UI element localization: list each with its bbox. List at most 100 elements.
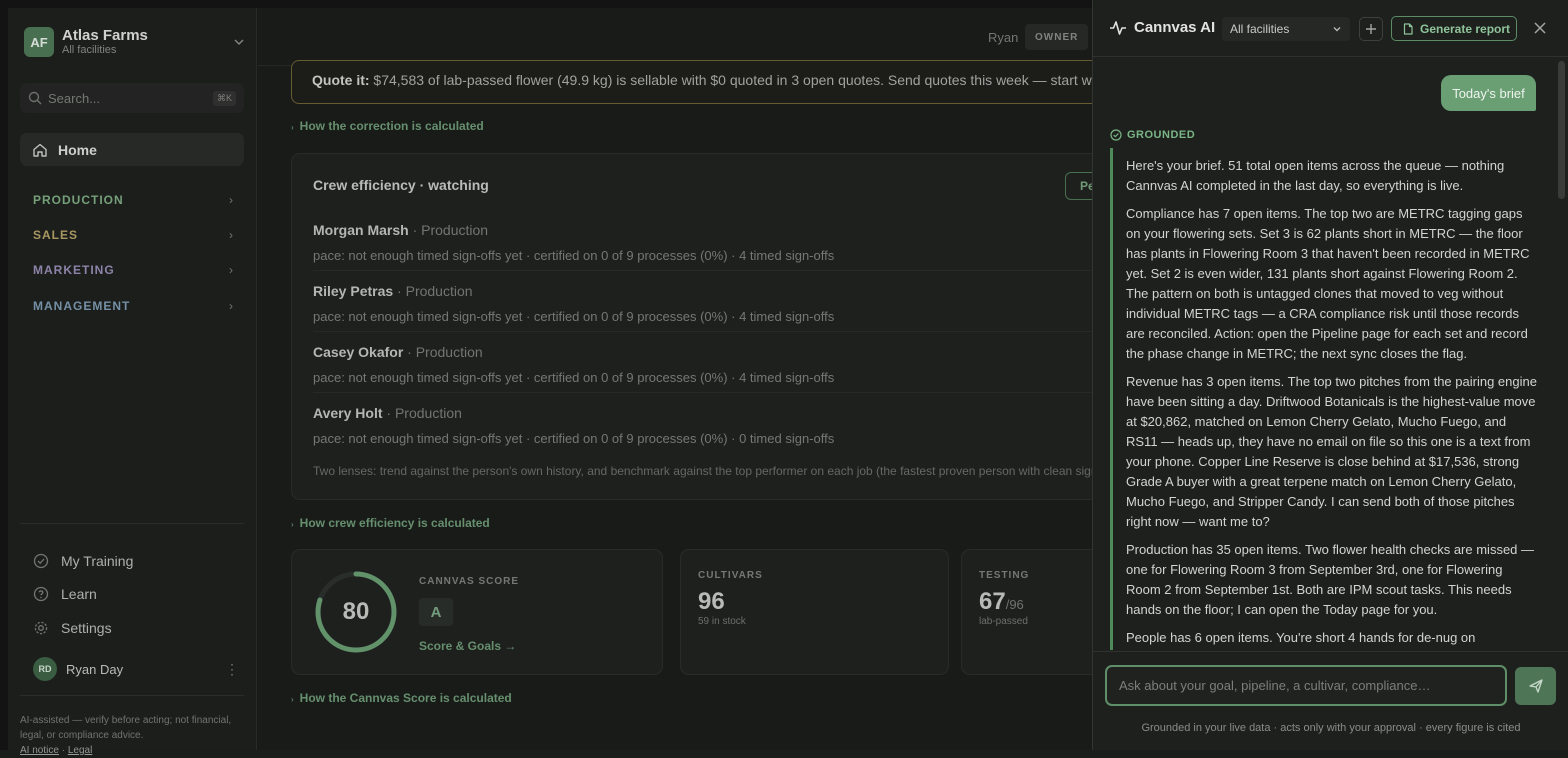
sidebar-section-label: MARKETING [33,263,115,277]
chevron-down-icon [1333,27,1341,32]
stat-sub: 59 in stock [698,616,746,627]
sidebar: AF Atlas Farms All facilities Search... … [8,8,257,756]
quote-lead: Quote it: [312,72,370,88]
link-label: How the Cannvas Score is calculated [299,691,512,705]
grounded-badge: GROUNDED [1110,129,1195,141]
member-detail: pace: not enough timed sign-offs yet · c… [313,248,835,263]
member-role: · Production [393,283,473,299]
org-switcher[interactable]: AF Atlas Farms All facilities [24,26,246,58]
chat-composer[interactable] [1105,665,1507,706]
crew-footnote: Two lenses: trend against the person's o… [313,464,1092,478]
sidebar-item-my-training[interactable]: My Training [33,551,133,571]
card-title: Crew efficiency · watching [313,177,489,193]
sidebar-item-settings[interactable]: Settings [33,618,112,638]
cannvas-score-card: 80 CANNVAS SCORE A Score & Goals → [291,549,663,675]
check-circle-icon [1110,129,1122,141]
member-name: Casey Okafor [313,344,404,360]
response-paragraph: People has 6 open items. You're short 4 … [1126,630,1476,645]
org-name: Atlas Farms [62,27,148,44]
sidebar-item-home[interactable]: Home [20,133,244,166]
grade-badge: A [419,598,453,626]
more-vertical-icon[interactable]: ⋮ [225,661,239,678]
chevron-right-icon: › [229,299,233,313]
send-button[interactable] [1515,667,1556,705]
response-paragraph: Production has 35 open items. Two flower… [1126,542,1535,617]
close-icon [1534,22,1546,34]
member-name: Riley Petras [313,283,394,299]
user-name: Ryan Day [66,661,124,677]
sidebar-divider [20,695,244,696]
sidebar-section-label: SALES [33,228,79,242]
org-info: Atlas Farms All facilities [62,27,232,57]
member-role: · Production [408,222,489,238]
list-item: Morgan Marsh · Production pace: not enou… [313,222,1092,263]
chat-input[interactable] [1119,678,1493,693]
new-chat-button[interactable] [1359,17,1383,41]
gear-icon [34,621,48,635]
quote-text: $74,583 of lab-passed flower (49.9 kg) i… [369,72,1092,88]
stat-number: 96 [698,588,725,615]
ai-disclaimer: AI-assisted — verify before acting; not … [20,713,250,758]
member-detail: pace: not enough timed sign-offs yet · c… [313,309,835,324]
row-divider [313,331,1092,332]
role-badge: OWNER [1025,24,1089,50]
sidebar-section-sales[interactable]: SALES › [33,225,233,245]
correction-calc-link[interactable]: › How the correction is calculated [291,119,484,133]
facility-select[interactable]: All facilities [1222,17,1350,41]
search-placeholder: Search... [48,90,101,106]
crew-efficiency-card: Crew efficiency · watching Pe Morgan Mar… [291,153,1092,500]
ai-panel-title: Cannvas AI [1134,19,1216,36]
link-label: How crew efficiency is calculated [299,516,490,530]
member-role: · Production [403,344,483,360]
legal-link[interactable]: Legal [68,745,92,756]
member-name: Avery Holt [313,405,383,421]
stat-denominator: /96 [1005,597,1024,612]
sidebar-item-learn[interactable]: Learn [33,584,97,604]
close-button[interactable] [1530,18,1550,38]
sidebar-item-home-label: Home [58,141,97,158]
app-window: AF Atlas Farms All facilities Search... … [0,0,1568,756]
sidebar-item-label: My Training [61,553,134,569]
user-profile[interactable]: RD Ryan Day ⋮ [33,657,239,681]
facility-select-value: All facilities [1230,22,1290,36]
testing-stat-card: TESTING 67/96 lab-passed [961,549,1092,675]
crew-calc-link[interactable]: › How crew efficiency is calculated [291,516,490,530]
stat-label: TESTING [979,570,1030,581]
disclaimer-separator: · [61,745,66,756]
window-left-edge [0,0,8,750]
score-calc-link[interactable]: › How the Cannvas Score is calculated [291,691,512,705]
chevron-right-icon: › [229,193,233,207]
page-header: Ryan OWNER [258,8,1092,66]
file-icon [1403,22,1413,35]
sidebar-divider [20,523,244,524]
sidebar-section-production[interactable]: PRODUCTION › [33,190,233,210]
sidebar-item-label: Learn [61,586,97,602]
window-top-edge [0,0,1092,8]
scrollbar[interactable] [1558,61,1565,199]
crew-action-button[interactable]: Pe [1065,172,1092,200]
row-divider [313,270,1092,271]
score-goals-link[interactable]: Score & Goals → [419,639,516,653]
sidebar-section-management[interactable]: MANAGEMENT › [33,296,233,316]
ai-notice-link[interactable]: AI notice [20,745,59,756]
stat-label: CULTIVARS [698,570,763,581]
owner-name: Ryan [988,30,1019,45]
generate-report-button[interactable]: Generate report [1391,16,1517,41]
plus-icon [1366,24,1376,34]
grounded-label: GROUNDED [1127,129,1196,141]
list-item: Riley Petras · Production pace: not enou… [313,283,1092,324]
activity-icon [1110,21,1126,35]
check-circle-icon [33,553,49,569]
sidebar-section-marketing[interactable]: MARKETING › [33,260,233,280]
org-avatar: AF [24,27,54,57]
response-paragraph: Revenue has 3 open items. The top two pi… [1126,374,1537,529]
stat-value: 67/96 [979,588,1024,616]
sidebar-search[interactable]: Search... ⌘K [20,83,244,113]
stat-value: 96 [698,588,725,616]
chevron-right-icon: › [229,263,233,277]
search-shortcut: ⌘K [212,90,236,106]
member-detail: pace: not enough timed sign-offs yet · c… [313,431,835,446]
member-role: · Production [382,405,462,421]
user-message: Today's brief [1441,75,1536,111]
link-label: How the correction is calculated [299,119,484,133]
